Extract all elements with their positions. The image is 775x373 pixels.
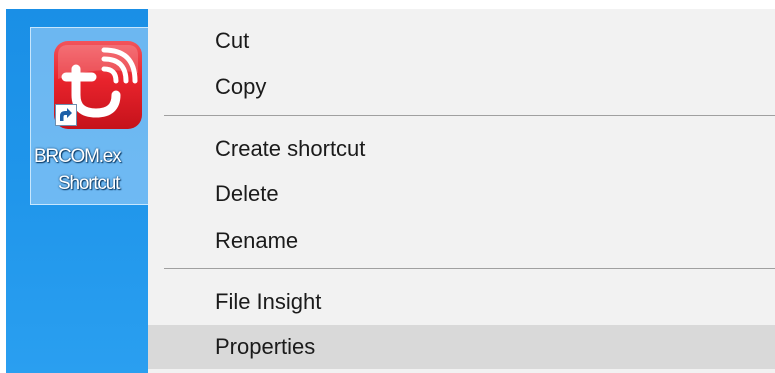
context-menu: Cut Copy Create shortcut Delete Rename F…	[148, 9, 775, 373]
menu-item-cut[interactable]: Cut	[148, 19, 775, 63]
menu-item-file-insight[interactable]: File Insight	[148, 280, 775, 324]
menu-separator	[164, 115, 775, 116]
shortcut-label-line1: BRCOM.ex	[34, 146, 122, 167]
menu-item-delete[interactable]: Delete	[148, 172, 775, 216]
desktop-area: BRCOM.ex Shortcut	[6, 9, 148, 373]
menu-item-create-shortcut[interactable]: Create shortcut	[148, 127, 775, 171]
menu-separator	[164, 268, 775, 269]
shortcut-arrow-icon	[55, 104, 77, 126]
shortcut-label[interactable]: BRCOM.ex Shortcut	[30, 143, 148, 197]
screen: BRCOM.ex Shortcut Cut Copy Create shortc…	[0, 0, 775, 373]
menu-item-copy[interactable]: Copy	[148, 65, 775, 109]
menu-item-properties[interactable]: Properties	[148, 325, 775, 369]
menu-item-rename[interactable]: Rename	[148, 219, 775, 263]
shortcut-label-line2: Shortcut	[58, 173, 120, 194]
